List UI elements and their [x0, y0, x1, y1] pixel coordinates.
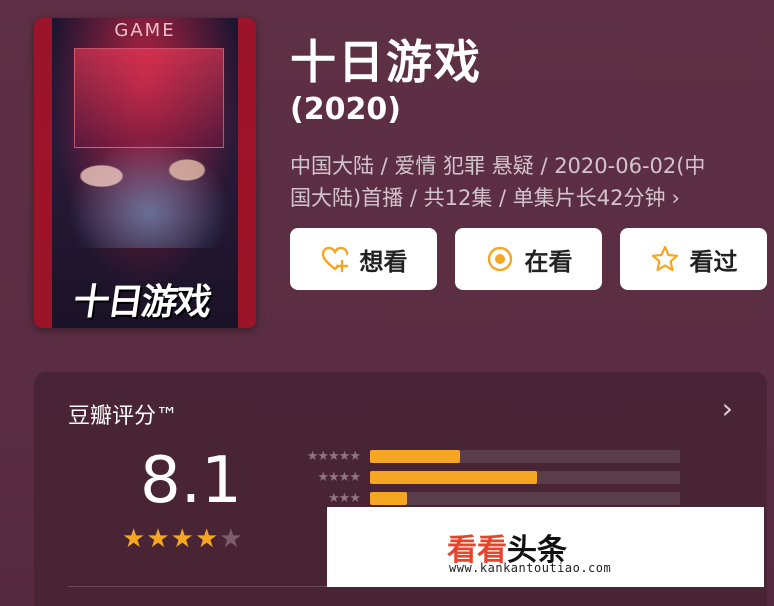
target-circle-icon	[485, 244, 515, 274]
rating-bar-fill	[370, 471, 538, 484]
watched-label: 看过	[689, 247, 738, 276]
rating-stars: ★★★★★	[122, 524, 244, 554]
star-icon: ★	[122, 524, 147, 554]
meta-line-2-text: 国大陆)首播 / 共12集 / 单集片长42分钟	[290, 186, 666, 210]
chevron-right-icon[interactable]: ›	[722, 392, 733, 425]
rating-bar-track	[370, 492, 680, 505]
poster-top-text: GAME	[114, 20, 176, 41]
rating-bar-fill	[370, 492, 408, 505]
watching-label: 在看	[524, 247, 573, 276]
meta-line-1: 中国大陆 / 爱情 犯罪 悬疑 / 2020-06-02(中	[290, 154, 706, 178]
rating-label: 豆瓣评分™	[68, 404, 179, 429]
movie-year: (2020)	[290, 92, 401, 127]
rating-score: 8.1	[140, 444, 242, 518]
heart-plus-icon	[320, 244, 350, 274]
watermark-url: www.kankantoutiao.com	[449, 561, 612, 575]
watermark: 看看头条 www.kankantoutiao.com	[327, 507, 764, 587]
rating-bar-stars: ★★★★★	[306, 449, 361, 464]
rating-bar-track	[370, 471, 680, 484]
star-outline-icon	[650, 244, 680, 274]
star-icon: ★	[219, 524, 244, 554]
rating-bar-row: ★★★	[280, 488, 680, 509]
rating-bar-track	[370, 450, 680, 463]
want-to-watch-button[interactable]: 想看	[290, 228, 437, 290]
star-icon: ★	[194, 524, 220, 554]
movie-meta[interactable]: 中国大陆 / 爱情 犯罪 悬疑 / 2020-06-02(中 国大陆)首播 / …	[290, 150, 760, 214]
rating-bar-row: ★★★★	[280, 467, 680, 488]
star-icon: ★	[170, 524, 195, 554]
want-to-watch-label: 想看	[359, 247, 408, 276]
movie-poster[interactable]: GAME 十日游戏	[34, 18, 256, 328]
movie-title: 十日游戏	[290, 35, 482, 89]
rating-bar-fill	[370, 450, 460, 463]
chevron-right-icon: ›	[671, 186, 680, 210]
poster-title: 十日游戏	[70, 281, 213, 323]
watching-button[interactable]: 在看	[455, 228, 602, 290]
rating-bar-stars: ★★★★	[317, 470, 361, 485]
rating-distribution: ★★★★★ ★★★★ ★★★	[280, 446, 680, 509]
meta-line-2: 国大陆)首播 / 共12集 / 单集片长42分钟 ›	[290, 182, 760, 214]
watched-button[interactable]: 看过	[620, 228, 767, 290]
rating-bar-row: ★★★★★	[280, 446, 680, 467]
poster-figures	[54, 128, 244, 248]
star-icon: ★	[146, 524, 171, 554]
rating-bar-stars: ★★★	[328, 491, 361, 506]
